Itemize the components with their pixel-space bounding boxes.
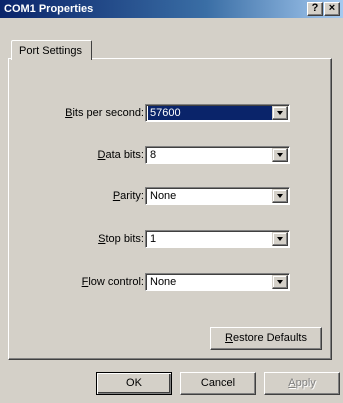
tab-port-settings[interactable]: Port Settings — [11, 40, 92, 60]
chevron-down-icon[interactable] — [272, 106, 288, 120]
apply-button[interactable]: Apply — [264, 372, 340, 395]
cancel-button[interactable]: Cancel — [180, 372, 256, 395]
com1-properties-dialog: COM1 Properties ? × Port Settings Bits p… — [0, 0, 343, 403]
restore-defaults-button[interactable]: Restore Defaults — [210, 327, 322, 350]
help-icon: ? — [311, 2, 319, 14]
flow-control-select[interactable]: None — [145, 273, 290, 291]
bits-per-second-select[interactable]: 57600 — [145, 104, 290, 122]
title-bar[interactable]: COM1 Properties ? × — [0, 0, 343, 18]
data-bits-value: 8 — [150, 149, 157, 161]
stop-bits-value: 1 — [150, 233, 157, 245]
window-title: COM1 Properties — [4, 3, 94, 15]
stop-bits-label: Stop bits: — [98, 233, 144, 245]
chevron-down-icon[interactable] — [272, 189, 288, 203]
close-icon: × — [328, 2, 336, 14]
parity-label: Parity: — [112, 190, 144, 202]
data-bits-select[interactable]: 8 — [145, 146, 290, 164]
help-button[interactable]: ? — [307, 2, 323, 16]
ok-button[interactable]: OK — [96, 372, 172, 395]
chevron-down-icon[interactable] — [272, 275, 288, 289]
bits-per-second-label: Bits per second: — [65, 107, 144, 119]
flow-control-label: Flow control: — [81, 276, 144, 288]
tab-port-settings-label: Port Settings — [19, 45, 82, 57]
chevron-down-icon[interactable] — [272, 232, 288, 246]
chevron-down-icon[interactable] — [272, 148, 288, 162]
parity-select[interactable]: None — [145, 187, 290, 205]
stop-bits-select[interactable]: 1 — [145, 230, 290, 248]
flow-control-value: None — [150, 276, 177, 288]
data-bits-label: Data bits: — [97, 149, 144, 161]
close-button[interactable]: × — [324, 2, 340, 16]
bits-per-second-value: 57600 — [148, 106, 272, 120]
parity-value: None — [150, 190, 177, 202]
